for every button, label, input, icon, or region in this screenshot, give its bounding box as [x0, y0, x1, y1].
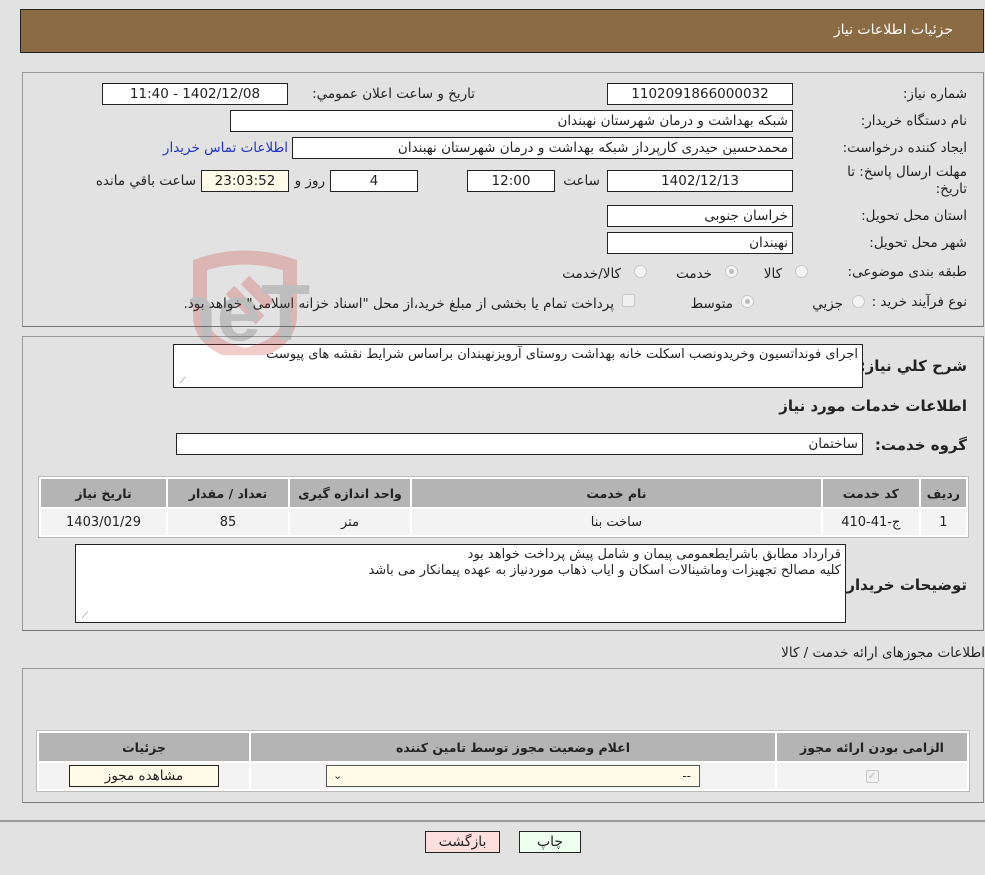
buyer-notes-textarea[interactable]: قرارداد مطابق باشرایطعمومی پیمان و شامل …	[75, 544, 846, 623]
col-quantity: تعداد / مقدار	[168, 479, 288, 507]
buyer-notes-line-1: قرارداد مطابق باشرایطعمومی پیمان و شامل …	[467, 547, 841, 562]
treasury-checkbox[interactable]	[622, 294, 635, 307]
process-medium-label: متوسط	[690, 296, 733, 312]
resize-grip-icon[interactable]: ⟋	[176, 376, 186, 386]
permits-table-header: الزامی بودن ارائه مجوز اعلام وضعیت مجوز …	[39, 733, 967, 761]
col-service-code: کد خدمت	[822, 479, 919, 507]
col-permit-required: الزامی بودن ارائه مجوز	[777, 733, 967, 761]
col-service-name: نام خدمت	[412, 479, 821, 507]
cell-need-date: 1403/01/29	[41, 509, 166, 535]
back-button[interactable]: بازگشت	[425, 831, 500, 853]
footer-divider	[0, 820, 985, 822]
treasury-note: پرداخت تمام یا بخشی از مبلغ خرید،از محل …	[183, 296, 614, 312]
description-text: اجرای فونداتسیون وخریدونصب اسکلت خانه به…	[266, 347, 858, 362]
cell-permit-details: مشاهده مجوز	[39, 763, 249, 789]
announce-label: تاریخ و ساعت اعلان عمومي:	[312, 86, 475, 102]
cell-permit-status: -- ⌄	[251, 763, 775, 789]
need-number-label: شماره نیاز:	[902, 86, 967, 102]
category-goods-service-label: کالا/خدمت	[562, 266, 621, 282]
services-table: ردیف کد خدمت نام خدمت واحد اندازه گیری ت…	[38, 476, 969, 538]
creator-label: ایجاد کننده درخواست:	[842, 140, 967, 156]
page-header: جزئیات اطلاعات نیاز	[20, 9, 984, 53]
permit-status-select[interactable]: -- ⌄	[326, 765, 700, 787]
category-radio-service[interactable]	[725, 265, 738, 278]
services-section-title: اطلاعات خدمات مورد نیاز	[779, 397, 967, 415]
process-radio-medium[interactable]	[741, 295, 754, 308]
service-group-field: ساختمان	[176, 433, 863, 455]
cell-quantity: 85	[168, 509, 288, 535]
resize-grip-icon[interactable]: ⟋	[78, 611, 88, 621]
permits-section-title: اطلاعات مجوزهای ارائه خدمت / کالا	[781, 645, 985, 661]
category-goods-label: کالا	[763, 266, 782, 282]
buyer-notes-line-2: کلیه مصالح تجهیزات وماشینالات اسکان و ای…	[368, 563, 841, 578]
col-permit-details: جزئیات	[39, 733, 249, 761]
time-remaining-label: ساعت باقي مانده	[95, 173, 196, 189]
city-label: شهر محل تحویل:	[869, 235, 967, 251]
province-label: استان محل تحویل:	[861, 208, 967, 224]
print-button[interactable]: چاپ	[519, 831, 581, 853]
process-minor-label: جزيي	[812, 296, 843, 312]
buyer-org-label: نام دستگاه خریدار:	[860, 113, 967, 129]
category-service-label: خدمت	[676, 266, 712, 282]
process-radio-minor[interactable]	[852, 295, 865, 308]
category-radio-goods[interactable]	[795, 265, 808, 278]
city-field: نهبندان	[607, 232, 793, 254]
days-label: روز و	[294, 173, 325, 189]
province-field: خراسان جنوبی	[607, 205, 793, 227]
days-remaining-field: 4	[330, 170, 418, 192]
table-row: 1 ج-41-410 ساخت بنا متر 85 1403/01/29	[41, 509, 966, 535]
cell-service-name: ساخت بنا	[412, 509, 821, 535]
table-row: ✓ -- ⌄ مشاهده مجوز	[39, 763, 967, 789]
permits-table: الزامی بودن ارائه مجوز اعلام وضعیت مجوز …	[36, 730, 970, 792]
need-number-field: 1102091866000032	[607, 83, 793, 105]
col-unit: واحد اندازه گیری	[290, 479, 410, 507]
process-type-label: نوع فرآیند خرید :	[871, 294, 967, 310]
creator-field: محمدحسین حیدری کارپرداز شبکه بهداشت و در…	[292, 137, 793, 159]
cell-permit-required: ✓	[777, 763, 967, 789]
chevron-down-icon: ⌄	[333, 769, 343, 782]
page-title: جزئیات اطلاعات نیاز	[833, 22, 953, 38]
buyer-notes-label: توضیحات خریدار:	[840, 576, 967, 594]
buyer-org-field: شبکه بهداشت و درمان شهرستان نهبندان	[230, 110, 793, 132]
view-permit-button[interactable]: مشاهده مجوز	[69, 765, 219, 787]
services-table-header: ردیف کد خدمت نام خدمت واحد اندازه گیری ت…	[41, 479, 966, 507]
permit-required-checkbox: ✓	[865, 769, 879, 783]
description-textarea[interactable]: اجرای فونداتسیون وخریدونصب اسکلت خانه به…	[173, 344, 863, 388]
permit-status-value: --	[682, 769, 691, 783]
col-permit-status: اعلام وضعیت مجوز توسط تامین کننده	[251, 733, 775, 761]
deadline-time-label: ساعت	[563, 173, 600, 189]
category-label: طبقه بندی موضوعی:	[847, 264, 967, 280]
deadline-date-field: 1402/12/13	[607, 170, 793, 192]
cell-unit: متر	[290, 509, 410, 535]
deadline-time-field: 12:00	[467, 170, 555, 192]
col-need-date: تاریخ نیاز	[41, 479, 166, 507]
cell-service-code: ج-41-410	[822, 509, 919, 535]
service-group-label: گروه خدمت:	[874, 436, 967, 454]
deadline-label: مهلت ارسال پاسخ: تا تاریخ:	[847, 164, 967, 197]
announce-datetime-field: 1402/12/08 - 11:40	[102, 83, 288, 105]
cell-row-number: 1	[920, 509, 966, 535]
col-row-number: ردیف	[920, 479, 966, 507]
description-label: شرح کلي نیاز:	[859, 357, 967, 375]
time-remaining-field: 23:03:52	[201, 170, 289, 192]
buyer-contact-link[interactable]: اطلاعات تماس خریدار	[163, 140, 288, 156]
category-radio-goods-service[interactable]	[634, 265, 647, 278]
